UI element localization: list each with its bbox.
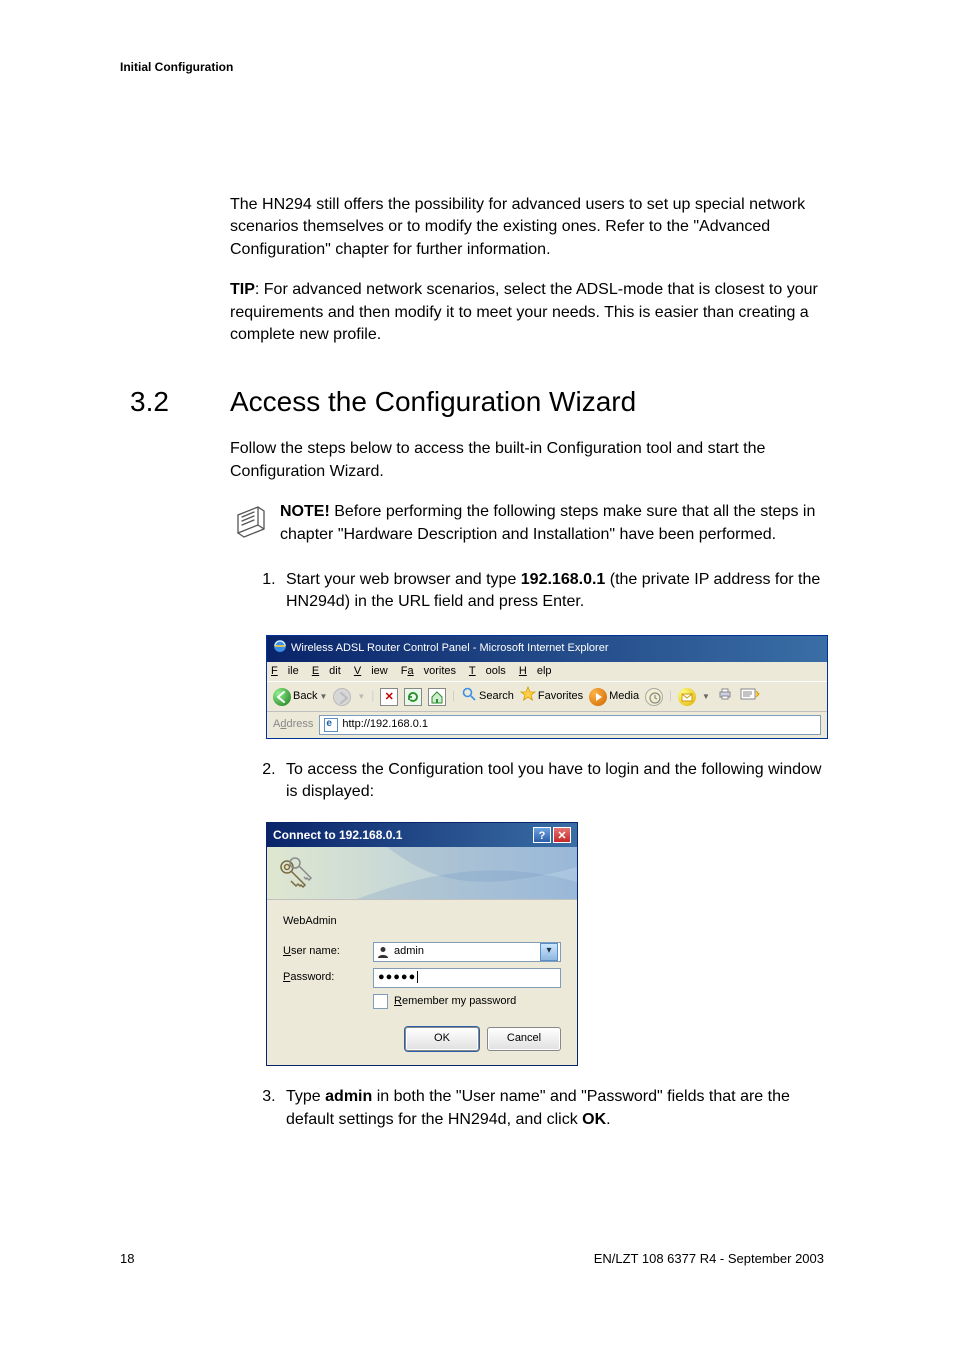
note-text: NOTE! Before performing the following st… (280, 501, 824, 546)
note-icon (230, 503, 270, 550)
user-icon (376, 945, 390, 959)
ie-app-icon (273, 639, 287, 658)
login-dialog: Connect to 192.168.0.1 ? ✕ (266, 822, 578, 1067)
ie-menu-view[interactable]: View (354, 665, 388, 677)
ie-menu-favorites[interactable]: Favorites (401, 665, 456, 677)
step3-ok: OK (582, 1111, 606, 1128)
ie-favorites-button[interactable]: Favorites (520, 686, 583, 707)
ie-back-button[interactable]: Back ▼ (273, 688, 327, 706)
password-label: Password: (283, 970, 373, 985)
login-close-button[interactable]: ✕ (553, 827, 571, 843)
ie-history-button[interactable] (645, 688, 663, 706)
step2-text: To access the Configuration tool you hav… (286, 761, 821, 800)
ie-stop-button[interactable]: ✕ (380, 688, 398, 706)
ie-favorites-label: Favorites (538, 689, 583, 704)
ie-address-value: http://192.168.0.1 (342, 717, 428, 732)
ie-window-title: Wireless ADSL Router Control Panel - Mic… (291, 641, 609, 656)
tip-paragraph: TIP: For advanced network scenarios, sel… (230, 279, 824, 346)
dropdown-caret-icon[interactable]: ▾ (540, 943, 558, 961)
ie-search-button[interactable]: Search (461, 686, 514, 707)
ie-menu-file[interactable]: File (271, 665, 299, 677)
step1-text-a: Start your web browser and type (286, 571, 521, 588)
login-title: Connect to 192.168.0.1 (273, 827, 402, 844)
cancel-button[interactable]: Cancel (487, 1027, 561, 1051)
login-help-button[interactable]: ? (533, 827, 551, 843)
login-realm: WebAdmin (283, 914, 561, 929)
ok-button[interactable]: OK (405, 1027, 479, 1051)
tip-label: TIP (230, 281, 255, 298)
step-2: To access the Configuration tool you hav… (280, 759, 824, 1066)
ie-forward-button[interactable] (333, 688, 351, 706)
running-header: Initial Configuration (120, 60, 824, 74)
doc-id: EN/LZT 108 6377 R4 - September 2003 (594, 1251, 824, 1266)
page-icon (324, 718, 338, 732)
ie-back-label: Back (293, 689, 317, 704)
checkbox-icon (373, 994, 388, 1009)
ie-media-button[interactable]: Media (589, 688, 639, 706)
ie-edit-button[interactable] (740, 686, 760, 707)
note-body: Before performing the following steps ma… (280, 503, 815, 542)
ie-menubar: File Edit View Favorites Tools Help (267, 662, 827, 681)
step3-text-c: . (606, 1111, 610, 1128)
section-intro: Follow the steps below to access the bui… (230, 438, 824, 483)
step3-admin: admin (325, 1088, 372, 1105)
remember-label: Remember my password (394, 994, 516, 1009)
search-icon (461, 686, 477, 707)
section-title: Access the Configuration Wizard (230, 386, 636, 418)
ie-menu-help[interactable]: Help (519, 665, 552, 677)
media-icon (589, 688, 607, 706)
login-titlebar: Connect to 192.168.0.1 ? ✕ (267, 823, 577, 848)
remember-password-checkbox[interactable]: Remember my password (373, 994, 561, 1009)
ie-refresh-button[interactable] (404, 688, 422, 706)
back-icon (273, 688, 291, 706)
step3-text-a: Type (286, 1088, 325, 1105)
ie-menu-edit[interactable]: Edit (312, 665, 341, 677)
note-block: NOTE! Before performing the following st… (230, 501, 824, 550)
ie-search-label: Search (479, 689, 514, 704)
ie-menu-tools[interactable]: Tools (469, 665, 506, 677)
ie-address-label: Address (273, 717, 313, 732)
ie-mail-button[interactable] (678, 688, 696, 706)
ie-window: Wireless ADSL Router Control Panel - Mic… (266, 635, 828, 739)
ie-print-button[interactable] (716, 685, 734, 708)
ie-media-label: Media (609, 689, 639, 704)
intro-paragraph-1: The HN294 still offers the possibility f… (230, 194, 824, 261)
step-3: Type admin in both the "User name" and "… (280, 1086, 824, 1131)
ie-home-button[interactable] (428, 688, 446, 706)
ie-addressbar: Address http://192.168.0.1 (267, 712, 827, 737)
ie-address-input[interactable]: http://192.168.0.1 (319, 715, 821, 734)
section-number: 3.2 (130, 386, 230, 418)
ie-titlebar: Wireless ADSL Router Control Panel - Mic… (267, 636, 827, 661)
note-label: NOTE! (280, 503, 330, 520)
step-1: Start your web browser and type 192.168.… (280, 569, 824, 739)
star-icon (520, 686, 536, 707)
username-value: admin (394, 944, 540, 959)
password-field[interactable]: ●●●●● (373, 968, 561, 988)
ie-toolbar: Back ▼ ▼ | ✕ (267, 681, 827, 712)
password-value: ●●●●● (378, 971, 416, 983)
step1-ip: 192.168.0.1 (521, 571, 606, 588)
username-label: User name: (283, 944, 373, 959)
login-banner (267, 847, 577, 900)
page-number: 18 (120, 1251, 134, 1266)
tip-text: : For advanced network scenarios, select… (230, 281, 818, 343)
username-field[interactable]: admin ▾ (373, 942, 561, 962)
